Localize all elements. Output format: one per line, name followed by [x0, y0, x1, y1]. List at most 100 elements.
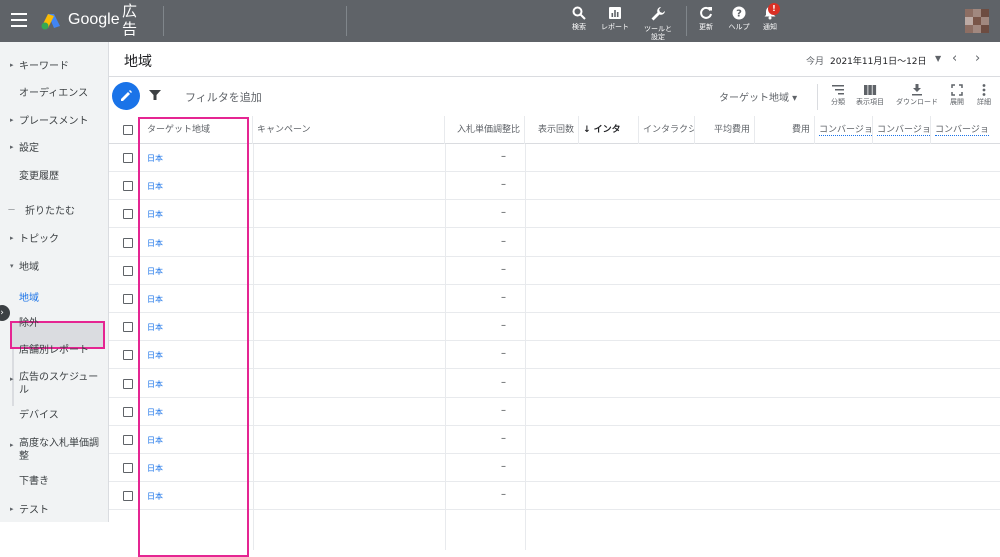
- divider: [346, 6, 347, 36]
- col-avg-cost[interactable]: 平均費用: [695, 116, 755, 144]
- refresh-icon: [700, 6, 712, 19]
- select-all-checkbox[interactable]: [123, 125, 133, 135]
- bid-adj-value[interactable]: –: [501, 405, 506, 416]
- row-checkbox[interactable]: [123, 209, 133, 220]
- top-app-bar: Google 広告 検索 レポート ツールと設定 更新 ? ヘルプ 通知 !: [0, 0, 1000, 42]
- row-checkbox[interactable]: [123, 350, 133, 361]
- sidebar-item-keywords[interactable]: キーワード: [19, 60, 105, 73]
- target-geo-dropdown[interactable]: ターゲット地域 ▾: [719, 89, 797, 104]
- expand-icon: ▸: [10, 234, 14, 242]
- bid-adj-value[interactable]: –: [501, 489, 506, 500]
- row-checkbox[interactable]: [123, 181, 133, 192]
- row-checkbox[interactable]: [123, 237, 133, 248]
- bid-adj-value[interactable]: –: [501, 320, 506, 331]
- tools-settings-button[interactable]: ツールと設定: [641, 6, 675, 41]
- menu-icon[interactable]: [11, 13, 27, 27]
- segment-icon: [832, 85, 844, 95]
- download-button[interactable]: ダウンロード: [894, 84, 940, 107]
- row-checkbox[interactable]: [123, 491, 133, 502]
- date-dropdown-icon[interactable]: ▼: [935, 54, 941, 63]
- main-content: 地域 今月 2021年11月1日～12日 ▼ ‹ › フィルタを追加 ターゲット…: [109, 42, 1000, 557]
- date-range-prefix: 今月: [806, 57, 825, 67]
- segment-label: 分類: [831, 98, 845, 106]
- pencil-icon: [121, 90, 132, 101]
- col-conversions-2[interactable]: コンバージョン: [873, 116, 931, 144]
- expand-icon: ▸: [10, 505, 14, 513]
- expanded-icon: ▾: [10, 262, 14, 270]
- sidebar-collapse[interactable]: 折りたたむ: [25, 205, 111, 218]
- sidebar-subitem-exclusions[interactable]: 除外: [19, 317, 105, 330]
- bid-adj-value[interactable]: –: [501, 207, 506, 218]
- sidebar-item-change-history[interactable]: 変更履歴: [19, 170, 105, 183]
- header-divider: [109, 76, 1000, 77]
- divider: [686, 6, 687, 36]
- more-button[interactable]: 詳細: [975, 84, 993, 107]
- bid-adj-value[interactable]: –: [501, 377, 506, 388]
- sidebar-item-settings[interactable]: 設定: [19, 142, 105, 155]
- col-conversions-1[interactable]: コンバージョン: [815, 116, 873, 144]
- bid-adj-value[interactable]: –: [501, 236, 506, 247]
- bid-adj-value[interactable]: –: [501, 433, 506, 444]
- search-tool-label: 検索: [572, 23, 586, 31]
- sidebar-item-advanced-bid-adj[interactable]: 高度な入札単価調整: [19, 437, 105, 463]
- bid-adj-value[interactable]: –: [501, 461, 506, 472]
- sidebar-item-ad-schedule[interactable]: 広告のスケジュール: [19, 371, 105, 397]
- row-checkbox[interactable]: [123, 153, 133, 163]
- collapse-sidebar-icon[interactable]: ›: [0, 305, 10, 321]
- help-label: ヘルプ: [728, 23, 750, 31]
- bid-adj-value[interactable]: –: [501, 292, 506, 303]
- page-title: 地域: [124, 54, 152, 70]
- row-checkbox[interactable]: [123, 294, 133, 304]
- col-conversions-1-label: コンバージョン: [819, 125, 872, 136]
- col-conversions-3-label: コンバージョ: [935, 125, 989, 136]
- col-interactions-sorted[interactable]: ↓ インタ: [579, 116, 639, 144]
- filter-icon[interactable]: [149, 89, 161, 101]
- row-checkbox[interactable]: [123, 322, 133, 333]
- columns-label: 表示項目: [856, 98, 884, 106]
- row-checkbox[interactable]: [123, 406, 133, 417]
- tools-settings-label: ツールと設定: [644, 25, 672, 41]
- segment-button[interactable]: 分類: [827, 84, 849, 107]
- bid-adj-value[interactable]: –: [501, 264, 506, 275]
- expand-button[interactable]: 展開: [947, 84, 967, 107]
- prev-period-icon[interactable]: ‹: [952, 51, 957, 66]
- report-tool-button[interactable]: レポート: [597, 6, 633, 31]
- col-conversions-3[interactable]: コンバージョ: [931, 116, 1000, 144]
- add-filter-button[interactable]: フィルタを追加: [185, 89, 262, 105]
- col-interaction-rate[interactable]: インタラクション: [639, 116, 695, 144]
- avatar[interactable]: [965, 9, 989, 33]
- row-checkbox[interactable]: [123, 463, 133, 474]
- search-tool-button[interactable]: 検索: [565, 6, 593, 31]
- refresh-button[interactable]: 更新: [695, 6, 717, 31]
- row-checkbox[interactable]: [123, 435, 133, 445]
- sidebar-item-drafts[interactable]: 下書き: [19, 475, 105, 488]
- edit-button[interactable]: [112, 82, 140, 110]
- columns-icon: [864, 85, 877, 95]
- sidebar-item-experiments[interactable]: テスト: [19, 504, 105, 517]
- sidebar-item-topics[interactable]: トピック: [19, 233, 105, 246]
- row-checkbox[interactable]: [123, 265, 133, 276]
- col-campaign[interactable]: キャンペーン: [253, 116, 445, 144]
- brand-ad-label: 広告: [122, 2, 138, 38]
- notifications-label: 通知: [763, 23, 777, 31]
- col-impressions[interactable]: 表示回数: [525, 116, 579, 144]
- col-bid-adj[interactable]: 入札単価調整比: [445, 116, 525, 144]
- expand-label: 展開: [950, 98, 964, 106]
- date-range-picker[interactable]: 2021年11月1日～12日: [830, 54, 927, 67]
- bid-adj-value[interactable]: –: [501, 151, 506, 162]
- col-cost[interactable]: 費用: [755, 116, 815, 144]
- sidebar-item-geo[interactable]: 地域: [19, 261, 105, 274]
- divider: [163, 6, 164, 36]
- sidebar-subitem-geo[interactable]: 地域: [19, 289, 39, 304]
- sidebar-item-devices[interactable]: デバイス: [19, 409, 105, 422]
- sidebar-subitem-store-report[interactable]: 店舗別レポート: [19, 344, 105, 357]
- columns-button[interactable]: 表示項目: [853, 84, 887, 107]
- bid-adj-value[interactable]: –: [501, 348, 506, 359]
- next-period-icon[interactable]: ›: [975, 51, 980, 66]
- sidebar-item-placements[interactable]: プレースメント: [19, 115, 105, 128]
- row-checkbox[interactable]: [123, 378, 133, 389]
- sidebar-item-audiences[interactable]: オーディエンス: [19, 87, 105, 100]
- notification-badge: !: [768, 3, 780, 15]
- help-button[interactable]: ? ヘルプ: [726, 6, 752, 31]
- bid-adj-value[interactable]: –: [501, 179, 506, 190]
